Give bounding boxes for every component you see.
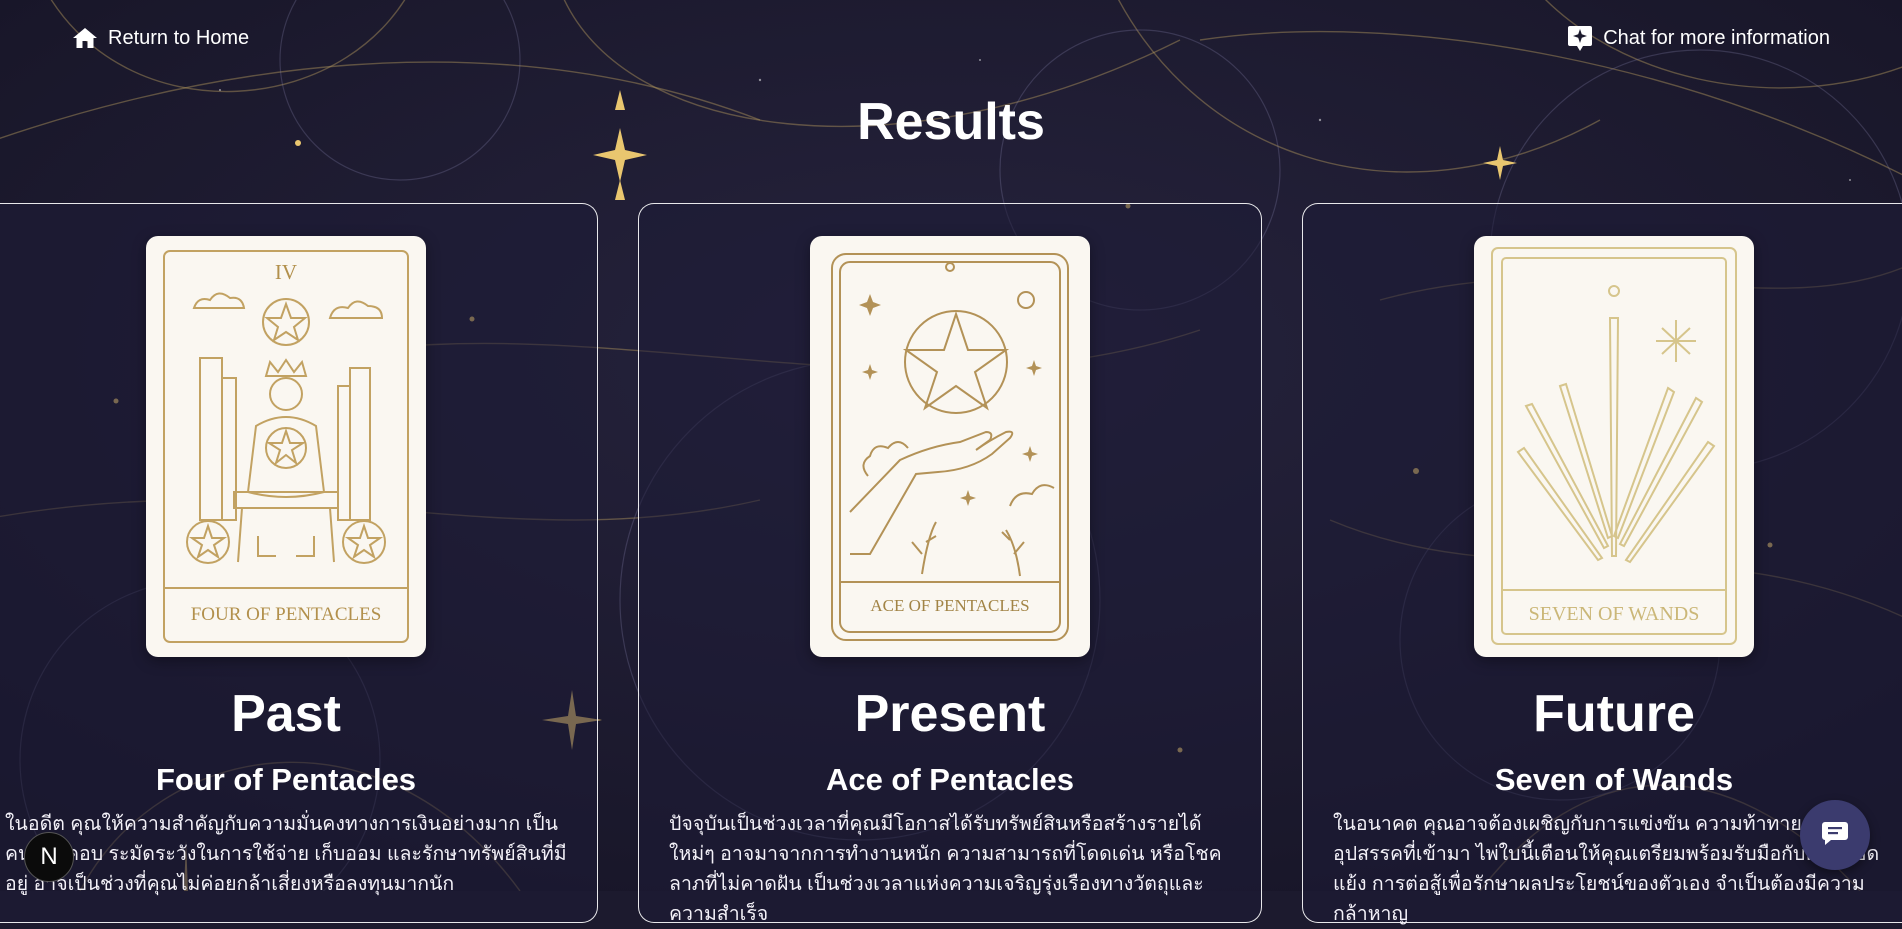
card-name: Ace of Pentacles bbox=[825, 762, 1075, 797]
card-name: Four of Pentacles bbox=[155, 762, 417, 797]
four-of-pentacles-illustration: IV FOUR OF PENTACLES bbox=[163, 250, 409, 643]
n-badge-label: N bbox=[40, 843, 58, 870]
tarot-card-image: SEVEN OF WANDS bbox=[1474, 236, 1754, 657]
top-bar: Return to Home Chat for more information bbox=[72, 22, 1830, 54]
chat-info-label: Chat for more information bbox=[1603, 26, 1830, 49]
chat-info-link[interactable]: Chat for more information bbox=[1567, 24, 1830, 52]
card-reading: ในอดีต คุณให้ความสำคัญกับความมั่นคงทางกา… bbox=[5, 813, 567, 895]
sparkle-chat-icon bbox=[1567, 24, 1593, 52]
slot-label-present: Present bbox=[854, 685, 1046, 743]
return-home-label: Return to Home bbox=[108, 26, 250, 49]
n-badge-button[interactable]: N bbox=[24, 832, 74, 882]
chat-bubble-icon bbox=[1820, 818, 1850, 853]
card-numeral: IV bbox=[275, 260, 297, 284]
tarot-card-image: IV FOUR OF PENTACLES bbox=[146, 236, 426, 657]
home-icon bbox=[72, 26, 98, 50]
card-face-title: FOUR OF PENTACLES bbox=[191, 604, 382, 625]
card-face-title: ACE OF PENTACLES bbox=[870, 596, 1029, 615]
card-name: Seven of Wands bbox=[1494, 762, 1734, 797]
tarot-card-image: ACE OF PENTACLES bbox=[810, 236, 1090, 657]
result-card-present: ACE OF PENTACLES Present Ace of Pentacle… bbox=[638, 203, 1262, 925]
chat-fab-button[interactable] bbox=[1800, 800, 1870, 870]
return-home-link[interactable]: Return to Home bbox=[72, 26, 249, 50]
ace-of-pentacles-illustration: ACE OF PENTACLES bbox=[831, 253, 1069, 641]
result-card-past: IV FOUR OF PENTACLES Past Four of Pentac… bbox=[0, 203, 598, 923]
slot-label-future: Future bbox=[1533, 685, 1695, 743]
page-title: Results bbox=[857, 93, 1045, 151]
card-face-title: SEVEN OF WANDS bbox=[1529, 603, 1700, 625]
slot-label-past: Past bbox=[231, 685, 341, 743]
seven-of-wands-illustration: SEVEN OF WANDS bbox=[1491, 247, 1737, 645]
card-reading: ปัจจุบันเป็นช่วงเวลาที่คุณมีโอกาสได้รับท… bbox=[669, 813, 1222, 925]
